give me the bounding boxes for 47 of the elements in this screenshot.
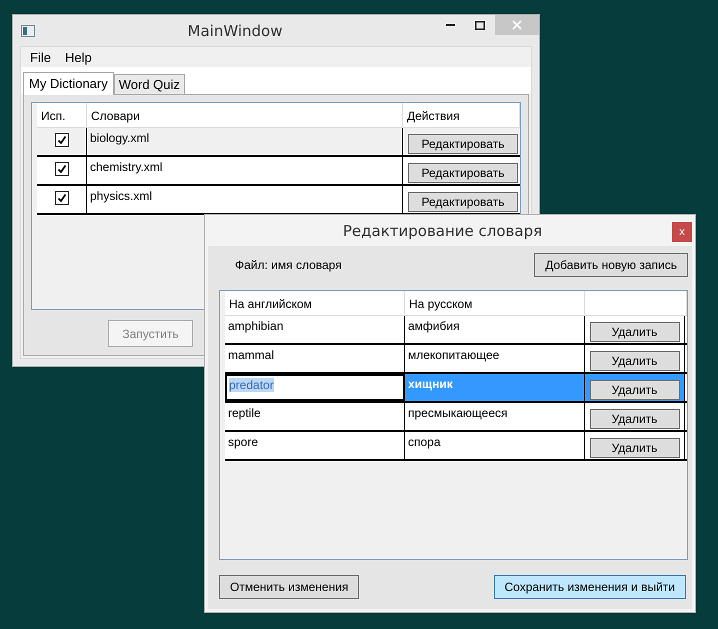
checkmark-icon <box>56 193 66 203</box>
app-icon <box>21 24 35 36</box>
table-cell: physics.xml <box>90 189 152 203</box>
dialog-title: Редактирование словаря <box>342 222 544 240</box>
edit-button[interactable]: Редактировать <box>408 134 518 154</box>
table-cell: спора <box>408 435 441 449</box>
column-header: Исп. <box>37 103 87 127</box>
close-button[interactable]: x <box>672 222 692 242</box>
checkbox[interactable] <box>54 133 68 147</box>
table-cell: reptile <box>228 406 261 420</box>
tab[interactable]: My Dictionary <box>23 72 114 95</box>
checkmark-icon <box>56 164 66 174</box>
add-entry-button[interactable]: Добавить новую запись <box>534 253 688 277</box>
delete-button[interactable]: Удалить <box>590 351 680 371</box>
column-header: На английском <box>225 291 405 315</box>
minimize-icon <box>446 24 454 26</box>
table-cell: biology.xml <box>90 131 150 145</box>
close-icon <box>512 20 522 30</box>
tab[interactable]: Word Quiz <box>114 74 185 94</box>
checkmark-icon <box>56 135 66 145</box>
save-button[interactable]: Сохранить изменения и выйти <box>494 575 686 599</box>
table-cell: млекопитающее <box>408 348 500 362</box>
table-cell: хищник <box>408 377 453 391</box>
edit-button[interactable]: Редактировать <box>408 163 518 183</box>
table-cell: chemistry.xml <box>90 160 162 174</box>
delete-button[interactable]: Удалить <box>590 322 680 342</box>
edit-button[interactable]: Редактировать <box>408 192 518 212</box>
maximize-icon <box>475 20 485 30</box>
column-header: Словари <box>87 103 403 127</box>
delete-button[interactable]: Удалить <box>590 438 680 458</box>
edit-field[interactable]: predator <box>225 374 405 401</box>
column-header: На русском <box>405 291 585 315</box>
table-cell: mammal <box>228 348 274 362</box>
cancel-button[interactable]: Отменить изменения <box>219 575 360 599</box>
file-label: Файл: имя словаря <box>235 258 342 272</box>
menu-item[interactable]: File <box>23 50 58 64</box>
column-header: Действия <box>403 103 520 127</box>
checkbox[interactable] <box>54 191 68 205</box>
checkbox[interactable] <box>54 162 68 176</box>
window-title: MainWindow <box>186 22 284 40</box>
table-cell: пресмыкающееся <box>408 406 508 420</box>
table-cell: амфибия <box>408 319 460 333</box>
table-cell: spore <box>228 435 258 449</box>
table-cell: amphibian <box>228 319 284 333</box>
delete-button[interactable]: Удалить <box>590 380 680 400</box>
delete-button[interactable]: Удалить <box>590 409 680 429</box>
menu-item[interactable]: Help <box>58 50 99 64</box>
